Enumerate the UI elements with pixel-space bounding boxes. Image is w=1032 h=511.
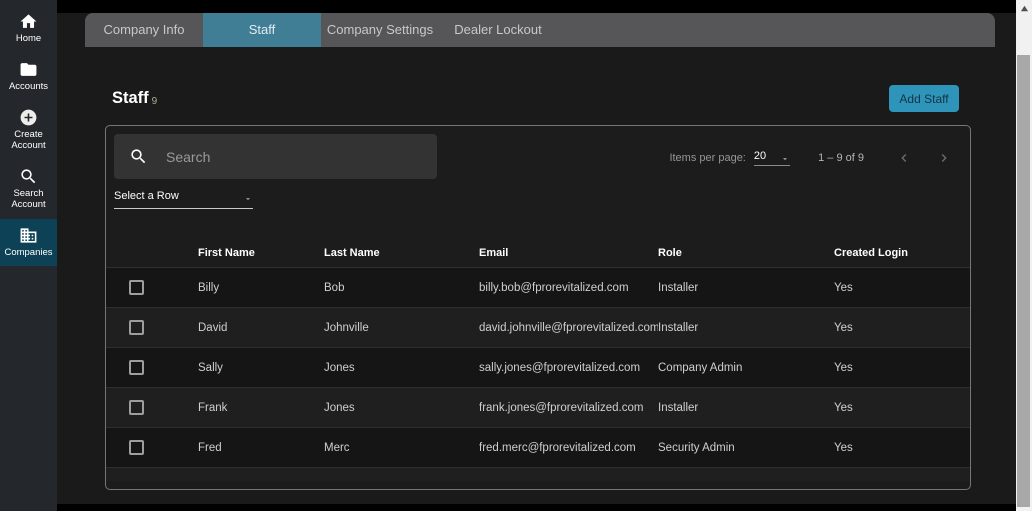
cell-last-name: Jones (324, 401, 355, 414)
next-page-button[interactable] (936, 150, 952, 166)
cell-created-login: Yes (834, 361, 853, 374)
cell-email: frank.jones@fprorevitalized.com (479, 401, 644, 414)
row-checkbox[interactable] (129, 400, 144, 415)
add-staff-button[interactable]: Add Staff (889, 85, 959, 112)
row-checkbox[interactable] (129, 320, 144, 335)
sidebar-item-home[interactable]: Home (0, 5, 57, 53)
cell-last-name: Bob (324, 281, 345, 294)
sidebar-item-create-account[interactable]: Create Account (0, 101, 57, 160)
header-cell: Created Login (834, 246, 908, 259)
select-a-row-dropdown[interactable]: Select a Row (114, 190, 253, 209)
header-cell: Role (658, 246, 682, 259)
table-header-row: First Name Last Name Email Role Created … (106, 238, 970, 267)
tab-company-info[interactable]: Company Info (85, 13, 203, 47)
cell-first-name: David (198, 321, 228, 334)
scrollbar-up-arrow-icon[interactable] (1016, 0, 1032, 16)
items-per-page-value: 20 (753, 150, 767, 162)
cell-role: Company Admin (658, 361, 743, 374)
header-cell: Last Name (324, 246, 380, 259)
cell-email: billy.bob@fprorevitalized.com (479, 281, 629, 294)
cell-email: david.johnville@fprorevitalized.com (479, 321, 658, 334)
main-content: Company Info Staff Company Settings Deal… (57, 0, 1016, 511)
staff-table: First Name Last Name Email Role Created … (106, 238, 970, 481)
search-icon (129, 147, 148, 166)
page-range-text: 1 – 9 of 9 (818, 152, 864, 164)
staff-count-badge: 9 (151, 96, 158, 107)
select-a-row-label: Select a Row (114, 190, 179, 202)
cell-role: Installer (658, 321, 699, 334)
row-checkbox[interactable] (129, 440, 144, 455)
home-icon (19, 12, 38, 31)
cell-role: Installer (658, 401, 699, 414)
cell-first-name: Billy (198, 281, 220, 294)
search-icon (19, 167, 38, 186)
items-per-page-label: Items per page: (669, 152, 746, 164)
header-cell: Email (479, 246, 509, 259)
cell-last-name: Merc (324, 441, 350, 454)
cell-first-name: Frank (198, 401, 228, 414)
scrollbar-thumb[interactable] (1017, 55, 1030, 507)
tab-company-settings[interactable]: Company Settings (321, 13, 439, 47)
page-title-text: Staff (112, 89, 149, 107)
sidebar-item-label: Home (15, 33, 42, 44)
cell-first-name: Fred (198, 441, 222, 454)
cell-email: sally.jones@fprorevitalized.com (479, 361, 641, 374)
table-row[interactable]: David Johnville david.johnville@fprorevi… (106, 307, 970, 347)
sidebar-item-accounts[interactable]: Accounts (0, 53, 57, 101)
table-row[interactable]: Frank Jones frank.jones@fprorevitalized.… (106, 387, 970, 427)
sidebar: Home Accounts Create Account Search Acco… (0, 0, 57, 511)
cell-created-login: Yes (834, 401, 853, 414)
folder-icon (19, 60, 38, 79)
cell-last-name: Johnville (324, 321, 369, 334)
tab-dealer-lockout[interactable]: Dealer Lockout (439, 13, 557, 47)
add-circle-icon (19, 108, 38, 127)
table-row[interactable]: Sally Jones sally.jones@fprorevitalized.… (106, 347, 970, 387)
sidebar-item-label: Accounts (8, 80, 49, 92)
search-input[interactable] (166, 148, 427, 165)
cell-role: Security Admin (658, 441, 735, 454)
previous-page-button[interactable] (896, 150, 912, 166)
cell-created-login: Yes (834, 441, 853, 454)
paginator: Items per page: 20 1 – 9 of 9 (669, 148, 952, 168)
companies-icon (19, 226, 38, 245)
sidebar-item-label: Companies (4, 246, 53, 258)
tab-staff[interactable]: Staff (203, 13, 321, 47)
table-row[interactable]: Billy Bob billy.bob@fprorevitalized.com … (106, 267, 970, 307)
table-partial-row (106, 467, 970, 481)
sidebar-item-companies[interactable]: Companies (0, 218, 57, 267)
chevron-down-icon (780, 151, 790, 161)
page-title: Staff 9 (112, 89, 157, 108)
cell-email: fred.merc@fprorevitalized.com (479, 441, 636, 454)
bottom-strip (57, 504, 1016, 511)
chevron-down-icon (243, 191, 253, 201)
sidebar-item-label: Search Account (11, 187, 46, 210)
sidebar-item-label: Create Account (11, 128, 46, 151)
header-cell: First Name (198, 246, 255, 259)
cell-first-name: Sally (198, 361, 223, 374)
staff-card: Select a Row Items per page: 20 1 – 9 of… (105, 125, 971, 490)
search-box (114, 134, 437, 179)
cell-last-name: Jones (324, 361, 355, 374)
top-strip (57, 0, 1016, 13)
sidebar-item-search-account[interactable]: Search Account (0, 160, 57, 219)
table-row[interactable]: Fred Merc fred.merc@fprorevitalized.com … (106, 427, 970, 467)
row-checkbox[interactable] (129, 280, 144, 295)
row-checkbox[interactable] (129, 360, 144, 375)
cell-created-login: Yes (834, 321, 853, 334)
cell-created-login: Yes (834, 281, 853, 294)
scrollbar[interactable] (1016, 0, 1032, 511)
items-per-page-select[interactable]: 20 (753, 150, 791, 166)
tab-bar: Company Info Staff Company Settings Deal… (85, 13, 995, 47)
cell-role: Installer (658, 281, 699, 294)
